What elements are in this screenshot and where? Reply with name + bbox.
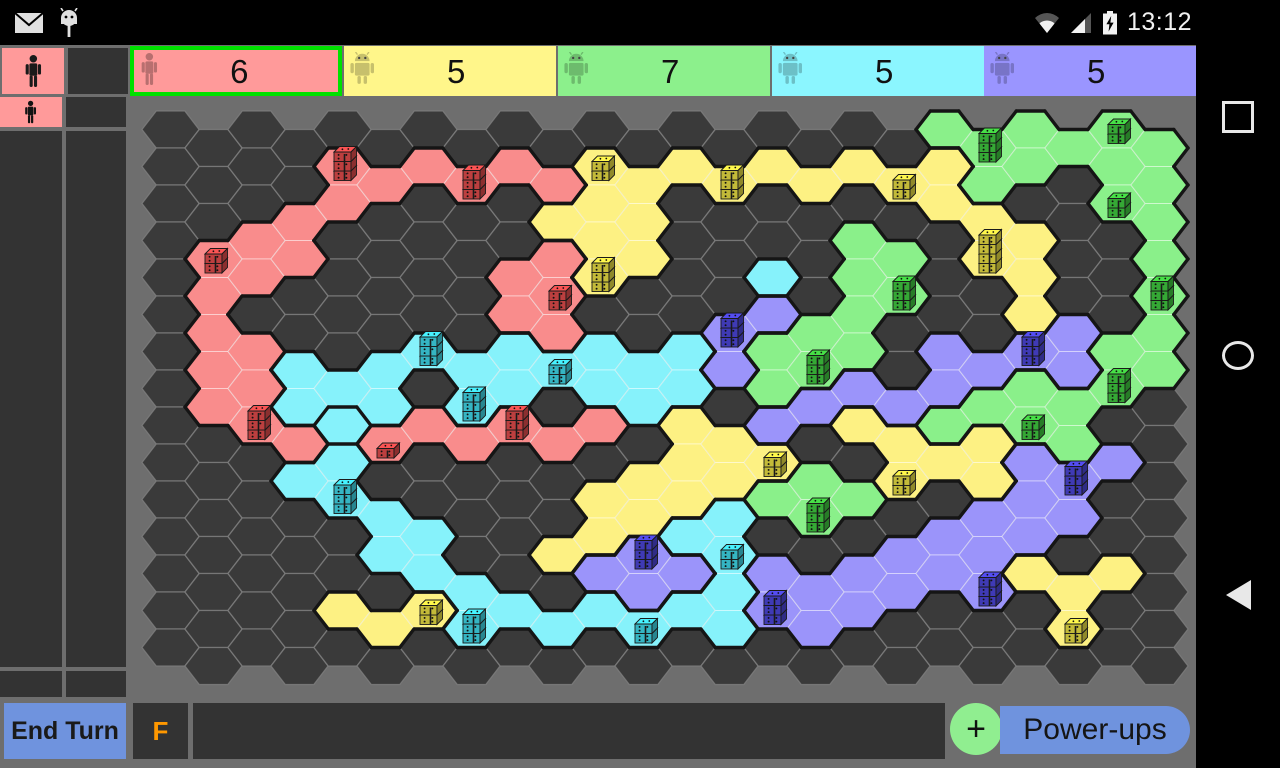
left-sidebar — [0, 97, 130, 697]
android-robot-icon — [778, 51, 803, 91]
android-nav-bar — [1196, 45, 1280, 768]
dice-stack — [762, 450, 788, 478]
dice-stack — [719, 543, 745, 571]
dice-stack — [590, 256, 616, 293]
dice-stack — [633, 533, 659, 571]
dice-stack — [418, 598, 444, 626]
game-board-area[interactable] — [130, 97, 1196, 697]
wifi-icon — [1034, 12, 1059, 33]
human-figure-icon — [25, 100, 37, 124]
dice-stack — [891, 274, 917, 312]
back-triangle-icon — [1225, 580, 1251, 610]
player-card-p2[interactable]: 5 — [344, 46, 556, 96]
dice-stack — [977, 228, 1003, 275]
dice-stack — [332, 145, 358, 182]
dice-stack — [504, 404, 530, 441]
battery-charging-icon — [1102, 10, 1117, 34]
player-score: 5 — [1087, 52, 1106, 90]
end-turn-button[interactable]: End Turn — [4, 703, 126, 759]
dice-stack — [1063, 459, 1089, 497]
player-card-p1[interactable]: 6 — [130, 46, 342, 96]
sidebar-stack-right[interactable] — [66, 131, 126, 667]
recents-button[interactable] — [1196, 75, 1280, 159]
android-robot-icon — [564, 51, 589, 91]
status-clock: 13:12 — [1126, 8, 1192, 36]
dice-stack — [590, 154, 616, 182]
add-powerup-button[interactable]: + — [950, 703, 1002, 755]
dice-stack — [1106, 191, 1132, 219]
message-bar — [193, 703, 945, 759]
player-score: 5 — [875, 52, 894, 90]
dice-stack — [547, 284, 573, 312]
android-status-bar: 13:12 — [0, 0, 1280, 45]
email-icon — [14, 11, 44, 33]
android-robot-icon — [350, 51, 375, 84]
cell-signal-icon — [1070, 12, 1091, 33]
dice-stack — [1106, 367, 1132, 404]
game-app: 13:12 6 5 7 5 5 End Turn F + Power-ups — [0, 0, 1280, 768]
dice-stack — [203, 247, 229, 275]
dice-stack — [418, 330, 444, 367]
hex-map[interactable] — [130, 97, 1196, 697]
player-card-p5[interactable]: 5 — [984, 46, 1196, 96]
recents-square-icon — [1222, 101, 1254, 133]
player-score-bar: 6 5 7 5 5 — [0, 45, 1196, 97]
dice-stack — [1020, 413, 1046, 441]
player-score: 5 — [447, 52, 466, 90]
sidebar-bottom-right[interactable] — [66, 671, 126, 697]
player-score: 7 — [661, 52, 680, 90]
dice-stack — [547, 358, 573, 386]
sidebar-self-portrait[interactable] — [0, 97, 62, 127]
dice-stack — [719, 311, 745, 349]
human-figure-icon — [141, 52, 158, 85]
player-card-p4[interactable]: 5 — [772, 46, 984, 96]
flag-button[interactable]: F — [133, 703, 188, 759]
dice-stack — [332, 478, 358, 515]
android-robot-icon — [990, 51, 1015, 91]
dice-stack — [977, 126, 1003, 164]
dice-stack — [1020, 330, 1046, 367]
player-bar-spacer — [68, 48, 128, 94]
back-button[interactable] — [1196, 553, 1280, 637]
dice-stack — [461, 385, 487, 423]
dice-stack — [719, 163, 745, 201]
android-robot-icon — [778, 51, 803, 84]
home-circle-icon — [1222, 340, 1254, 370]
dice-stack — [633, 617, 659, 645]
player-card-p3[interactable]: 7 — [558, 46, 770, 96]
android-robot-icon — [990, 51, 1015, 84]
status-right-icons: 13:12 — [1034, 0, 1192, 45]
dice-stack — [1063, 617, 1089, 645]
dice-stack — [461, 607, 487, 645]
player-score: 6 — [230, 52, 249, 90]
dice-stack — [1149, 274, 1175, 312]
dice-stack — [461, 163, 487, 201]
android-bug-icon — [60, 7, 78, 37]
sidebar-bottom-left[interactable] — [0, 671, 62, 697]
powerups-button[interactable]: Power-ups — [1000, 706, 1190, 754]
dice-stack — [805, 348, 831, 386]
android-robot-icon — [564, 51, 589, 84]
dice-stack — [375, 441, 401, 460]
status-left-icons — [14, 0, 80, 45]
dice-stack — [1106, 117, 1132, 145]
human-figure-icon — [140, 52, 159, 91]
dice-stack — [977, 570, 1003, 608]
sidebar-top-right[interactable] — [66, 97, 126, 127]
dice-stack — [762, 589, 788, 626]
dice-stack — [805, 496, 831, 534]
dice-stack — [891, 469, 917, 497]
dice-stack — [891, 173, 917, 201]
dice-stack — [246, 404, 272, 441]
sidebar-stack-left[interactable] — [0, 131, 62, 667]
player-bar-self-portrait — [2, 48, 64, 94]
android-robot-icon — [350, 51, 375, 91]
home-button[interactable] — [1196, 313, 1280, 397]
human-figure-icon — [25, 55, 41, 87]
